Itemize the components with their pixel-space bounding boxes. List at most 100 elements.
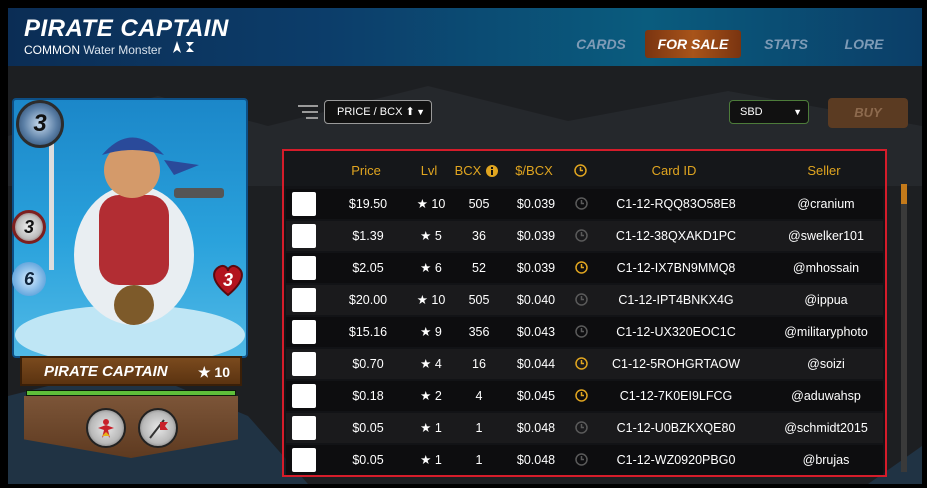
xp-bar-fill	[27, 391, 235, 395]
currency-select-value: SBD	[740, 106, 763, 118]
speed-badge: 6	[12, 262, 46, 296]
cell-per-bcx: $0.040	[516, 293, 556, 307]
row-checkbox[interactable]	[292, 288, 316, 312]
cell-seller[interactable]: @soizi	[761, 349, 891, 379]
row-checkbox[interactable]	[292, 384, 316, 408]
cell-card-id[interactable]: C1-12-RQQ83O58E8	[596, 189, 756, 219]
card-subtitle: COMMON Water Monster	[24, 43, 162, 57]
table-row[interactable]: $1.39 ★ 5 36 $0.039 C1-12-38QXAKD1PC @swelker…	[286, 221, 883, 251]
clock-icon[interactable]	[574, 164, 587, 177]
cell-bcx: 36	[472, 229, 486, 243]
row-checkbox[interactable]	[292, 320, 316, 344]
tab-cards[interactable]: CARDS	[571, 30, 631, 58]
cell-seller[interactable]: @mhossain	[761, 253, 891, 283]
header-price[interactable]: Price	[336, 163, 396, 178]
header-card-id[interactable]: Card ID	[614, 163, 734, 178]
cell-lvl: ★ 1	[420, 421, 442, 435]
table-row[interactable]: $19.50 ★ 10 505 $0.039 C1-12-RQQ83O58E8 @cran…	[286, 189, 883, 219]
clock-icon	[575, 421, 588, 434]
table-row[interactable]: $0.05 ★ 1 1 $0.048 C1-12-U0BZKXQE80 @schmidt2…	[286, 413, 883, 443]
cell-seller[interactable]: @cranium	[761, 189, 891, 219]
cell-card-id[interactable]: C1-12-IPT4BNKX4G	[596, 285, 756, 315]
cell-seller[interactable]: @brujas	[761, 445, 891, 475]
cell-bcx: 356	[468, 325, 490, 339]
ability-figure-icon	[98, 419, 114, 438]
tab-lore[interactable]: LORE	[834, 30, 894, 58]
cell-card-id[interactable]: C1-12-38QXAKD1PC	[596, 221, 756, 251]
header-lvl[interactable]: Lvl	[409, 163, 449, 178]
scrollbar[interactable]	[901, 184, 907, 472]
rarity-label: COMMON	[24, 43, 80, 57]
cell-seller[interactable]: @aduwahsp	[761, 381, 891, 411]
sort-select-value: PRICE / BCX ⬆	[337, 106, 415, 118]
cell-seller[interactable]: @swelker101	[761, 221, 891, 251]
tab-stats[interactable]: STATS	[756, 30, 816, 58]
card-preview: 3 3 6 3 PIRATE CAPTAIN ★ 10	[12, 98, 248, 458]
table-row[interactable]: $0.18 ★ 2 4 $0.045 C1-12-7K0EI9LFCG @aduwahsp	[286, 381, 883, 411]
header-bcx[interactable]: BCX	[452, 163, 484, 178]
cell-per-bcx: $0.039	[516, 261, 556, 275]
row-checkbox[interactable]	[292, 192, 316, 216]
cell-price: $0.18	[352, 389, 384, 403]
cell-seller[interactable]: @militaryphoto	[761, 317, 891, 347]
sort-select[interactable]: PRICE / BCX ⬆ ▼	[324, 100, 432, 124]
clock-icon	[575, 197, 588, 210]
cell-card-id[interactable]: C1-12-5ROHGRTAOW	[596, 349, 756, 379]
cell-bcx: 1	[475, 421, 483, 435]
xp-bar	[26, 390, 236, 396]
clock-icon	[575, 357, 588, 370]
cell-lvl: ★ 4	[420, 357, 442, 371]
clock-icon	[575, 389, 588, 402]
info-icon[interactable]	[485, 164, 499, 178]
cell-card-id[interactable]: C1-12-U0BZKXQE80	[596, 413, 756, 443]
clock-icon	[575, 293, 588, 306]
cell-seller[interactable]: @ippua	[761, 285, 891, 315]
row-checkbox[interactable]	[292, 224, 316, 248]
filter-icon[interactable]	[298, 104, 318, 120]
mana-badge: 3	[16, 100, 64, 148]
cell-per-bcx: $0.044	[516, 357, 556, 371]
header-seller[interactable]: Seller	[774, 163, 874, 178]
cell-price: $0.05	[352, 453, 384, 467]
cell-bcx: 4	[475, 389, 483, 403]
table-row[interactable]: $0.05 ★ 1 1 $0.048 C1-12-WZ0920PBG0 @brujas	[286, 445, 883, 475]
table-row[interactable]: $0.70 ★ 4 16 $0.044 C1-12-5ROHGRTAOW @soizi	[286, 349, 883, 379]
cell-price: $2.05	[352, 261, 384, 275]
header-per-bcx[interactable]: $/BCX	[506, 163, 562, 178]
tab-for-sale[interactable]: FOR SALE	[645, 30, 741, 58]
table-row[interactable]: $20.00 ★ 10 505 $0.040 C1-12-IPT4BNKX4G @ippu…	[286, 285, 883, 315]
cell-price: $20.00	[348, 293, 388, 307]
ability-2-icon[interactable]	[138, 408, 178, 448]
table-row[interactable]: $15.16 ★ 9 356 $0.043 C1-12-UX320EOC1C @milit…	[286, 317, 883, 347]
buy-button[interactable]: BUY	[828, 98, 908, 128]
attack-badge: 3	[12, 210, 46, 244]
cell-card-id[interactable]: C1-12-7K0EI9LFCG	[596, 381, 756, 411]
row-checkbox[interactable]	[292, 416, 316, 440]
cell-card-id[interactable]: C1-12-UX320EOC1C	[596, 317, 756, 347]
caret-down-icon: ▼	[793, 107, 802, 117]
cell-price: $0.05	[352, 421, 384, 435]
cell-lvl: ★ 6	[420, 261, 442, 275]
cell-seller[interactable]: @schmidt2015	[761, 413, 891, 443]
cell-card-id[interactable]: C1-12-IX7BN9MMQ8	[596, 253, 756, 283]
row-checkbox[interactable]	[292, 448, 316, 472]
row-checkbox[interactable]	[292, 256, 316, 280]
cell-bcx: 16	[472, 357, 486, 371]
row-checkbox[interactable]	[292, 352, 316, 376]
ability-1-icon[interactable]	[86, 408, 126, 448]
page-title: PIRATE CAPTAIN	[24, 15, 229, 42]
card-nameplate: PIRATE CAPTAIN ★ 10	[20, 356, 242, 386]
currency-select[interactable]: SBD ▼	[729, 100, 809, 124]
table-row[interactable]: $2.05 ★ 6 52 $0.039 C1-12-IX7BN9MMQ8 @mhossai…	[286, 253, 883, 283]
cell-bcx: 505	[468, 197, 490, 211]
cell-price: $15.16	[348, 325, 388, 339]
cell-per-bcx: $0.043	[516, 325, 556, 339]
cell-lvl: ★ 9	[420, 325, 442, 339]
cell-card-id[interactable]: C1-12-WZ0920PBG0	[596, 445, 756, 475]
ability-sword-flag-icon	[149, 419, 168, 439]
scrollbar-thumb[interactable]	[901, 184, 907, 204]
header-ability-icon	[173, 41, 194, 53]
health-value: 3	[222, 269, 233, 290]
clock-icon	[575, 261, 588, 274]
cell-bcx: 52	[472, 261, 486, 275]
